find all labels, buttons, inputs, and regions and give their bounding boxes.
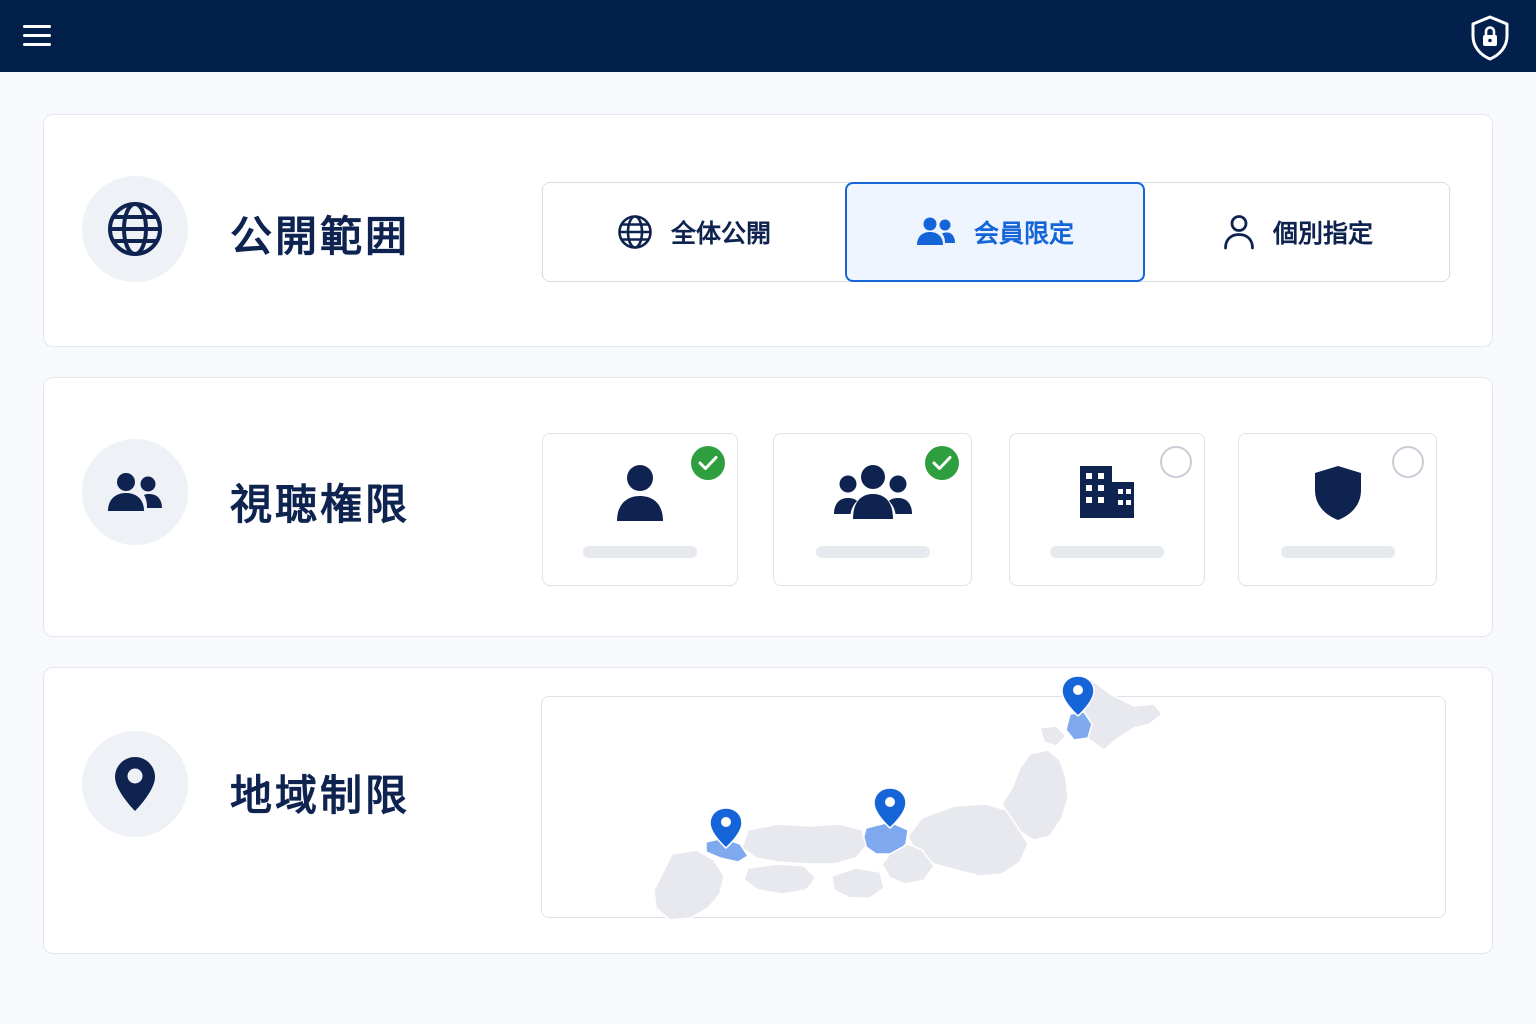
visibility-option-label: 全体公開 [670,218,771,248]
users-icon [108,473,162,511]
tile-label-placeholder [1280,546,1395,558]
checkbox-unchecked[interactable] [1160,446,1192,478]
shield-lock-icon[interactable] [1468,14,1512,62]
map-region-shikoku [743,863,817,895]
visibility-option-label: 個別指定 [1272,218,1373,248]
tile-label-placeholder [1050,546,1164,558]
user-outline-icon [1224,214,1254,249]
visibility-icon-circle [82,176,188,282]
hamburger-menu-icon[interactable] [20,22,54,50]
checkmark-icon [932,456,952,470]
japan-map[interactable] [44,668,1494,955]
building-icon [1080,466,1134,518]
visibility-option-public[interactable]: 全体公開 [543,182,845,282]
visibility-section: 公開範囲 全体公開 会員限定 個別指定 [43,114,1493,347]
visibility-option-members[interactable]: 会員限定 [845,181,1145,282]
users-icon [916,217,955,245]
permission-tile-individual[interactable] [542,433,738,586]
permissions-icon-circle [82,439,188,545]
tile-label-placeholder [583,546,697,558]
map-pin-kansai[interactable] [873,787,907,829]
permissions-section: 視聴権限 [43,377,1493,637]
permissions-title: 視聴権限 [230,480,411,529]
map-region-chugoku [741,823,867,865]
visibility-option-label: 会員限定 [973,218,1074,248]
globe-icon [108,202,162,256]
visibility-segmented-control: 全体公開 会員限定 個別指定 [542,181,1451,282]
visibility-option-individual[interactable]: 個別指定 [1145,182,1451,282]
checkmark-icon [698,456,718,470]
globe-icon [618,214,652,249]
group-icon [833,465,912,519]
permission-tile-organization[interactable] [1009,433,1205,586]
permission-tile-security[interactable] [1238,433,1437,586]
visibility-title: 公開範囲 [230,212,411,261]
region-section: 地域制限 [43,667,1493,954]
checkbox-checked[interactable] [691,446,725,480]
user-icon [617,465,663,521]
tile-label-placeholder [815,546,930,558]
top-bar [0,0,1536,72]
permission-tile-group[interactable] [773,433,972,586]
shield-icon [1314,466,1361,520]
map-region-kyushu [653,849,725,921]
checkbox-unchecked[interactable] [1392,446,1424,478]
checkbox-checked[interactable] [925,446,959,480]
